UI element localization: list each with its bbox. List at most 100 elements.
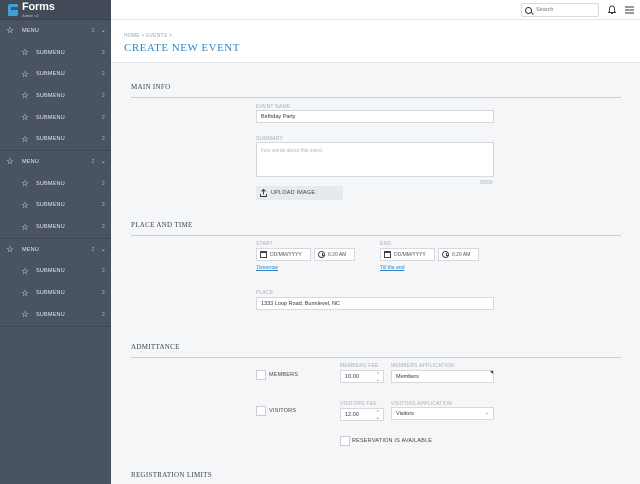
visitors-fee-label: VISITORS FEE — [340, 401, 377, 407]
menu-group: ☆ MENU 2 ⌄ ☆ SUBMENU 2 ☆ SUBMENU 2 ☆ SUBMENU 2… — [0, 20, 111, 152]
section-registration-limits-heading: REGISTRATION LIMITS — [131, 471, 212, 479]
sidebar-menu-item[interactable]: ☆ MENU 2 ⌄ — [0, 151, 111, 173]
sidebar-submenu-item[interactable]: ☆ SUBMENU 2 — [0, 195, 111, 217]
star-icon: ☆ — [21, 221, 30, 232]
sidebar-submenu-item[interactable]: ☆ SUBMENU 2 — [0, 128, 111, 150]
chevron-down-icon: ⌄ — [484, 410, 489, 416]
sidebar-menu-item[interactable]: ☆ MENU 2 ⌄ — [0, 239, 111, 261]
search-input[interactable] — [536, 7, 596, 13]
form-content: MAIN INFO EVENT NAME Birthday Party SUMM… — [111, 63, 640, 484]
star-icon: ☆ — [21, 309, 30, 320]
upload-image-button[interactable]: UPLOAD IMAGE — [256, 186, 343, 200]
sidebar-submenu-label: SUBMENU — [36, 49, 65, 56]
chevron-down-icon[interactable]: ⌄ — [101, 158, 106, 165]
count-badge: 2 — [101, 224, 105, 231]
chevron-down-icon[interactable]: ⌄ — [101, 246, 106, 253]
sidebar-submenu-label: SUBMENU — [36, 114, 65, 121]
star-icon: ☆ — [21, 112, 30, 123]
logo-subtitle: Admin v2 — [22, 12, 39, 18]
end-time-field[interactable]: 6:20 AM — [438, 248, 479, 261]
sidebar: Forms Admin v2 ☆ MENU 2 ⌄ ☆ SUBMENU 2 ☆ SUB… — [0, 0, 111, 484]
visitors-application-select[interactable]: Visitors ⌄ — [391, 407, 494, 420]
star-icon: ☆ — [21, 133, 30, 144]
reservation-label: RESERVATION IS AVAILABLE — [352, 438, 433, 444]
reservation-checkbox[interactable] — [340, 436, 350, 446]
sidebar-submenu-item[interactable]: ☆ SUBMENU 2 — [0, 42, 111, 64]
sidebar-submenu-label: SUBMENU — [36, 290, 65, 297]
sidebar-submenu-item[interactable]: ☆ SUBMENU 2 — [0, 107, 111, 129]
members-fee-stepper[interactable]: 10.00 ⌃ ⌄ — [340, 370, 384, 383]
page-header: HOME > EVENTS > CREATE NEW EVENT — [111, 20, 640, 63]
sidebar-menu-label: MENU — [22, 27, 39, 34]
summary-char-counter: 0/250 — [480, 180, 493, 186]
clock-icon — [318, 251, 325, 258]
upload-icon — [260, 189, 267, 197]
stepper-arrows-icon[interactable]: ⌃ ⌄ — [376, 373, 380, 383]
sidebar-submenu-item[interactable]: ☆ SUBMENU 2 — [0, 261, 111, 283]
members-checkbox[interactable] — [256, 370, 266, 380]
visitors-label: VISITORS — [269, 408, 297, 414]
visitors-fee-value: 12.00 — [345, 411, 359, 418]
count-badge: 2 — [101, 202, 105, 209]
count-badge: 2 — [101, 268, 105, 275]
logo[interactable]: Forms Admin v2 — [0, 0, 111, 20]
sidebar-submenu-item[interactable]: ☆ SUBMENU 2 — [0, 216, 111, 238]
start-tomorrow-link[interactable]: Tomorrow — [256, 265, 278, 271]
sidebar-menu-label: MENU — [22, 158, 39, 165]
stepper-arrows-icon[interactable]: ⌃ ⌄ — [376, 411, 380, 421]
menu-group: ☆ MENU 2 ⌄ ☆ SUBMENU 2 ☆ SUBMENU 2 ☆ SUBMENU 2 — [0, 151, 111, 239]
members-application-select[interactable]: Members — [391, 370, 494, 383]
start-date-field[interactable]: DD/MM/YYYY — [256, 248, 311, 261]
app: Forms Admin v2 ☆ MENU 2 ⌄ ☆ SUBMENU 2 ☆ SUB… — [0, 0, 640, 484]
sidebar-submenu-item[interactable]: ☆ SUBMENU 2 — [0, 304, 111, 326]
count-badge: 2 — [101, 114, 105, 121]
star-icon: ☆ — [6, 156, 15, 167]
star-icon: ☆ — [21, 178, 30, 189]
star-icon: ☆ — [21, 90, 30, 101]
star-icon: ☆ — [21, 265, 30, 276]
star-icon: ☆ — [21, 199, 30, 210]
event-name-field[interactable]: Birthday Party — [256, 110, 494, 123]
resize-corner-icon — [490, 371, 493, 374]
breadcrumb[interactable]: HOME > EVENTS > — [124, 33, 172, 39]
count-badge: 2 — [91, 27, 95, 34]
visitors-checkbox[interactable] — [256, 406, 266, 416]
sidebar-submenu-item[interactable]: ☆ SUBMENU 2 — [0, 63, 111, 85]
top-header — [111, 0, 640, 20]
hamburger-icon[interactable] — [625, 6, 634, 14]
end-date-field[interactable]: DD/MM/YYYY — [380, 248, 435, 261]
sidebar-submenu-label: SUBMENU — [36, 311, 65, 318]
sidebar-menu-item[interactable]: ☆ MENU 2 ⌄ — [0, 20, 111, 42]
star-icon: ☆ — [21, 47, 30, 58]
calendar-icon — [384, 251, 391, 258]
start-label: START — [256, 241, 273, 247]
menu-group: ☆ MENU 2 ⌄ ☆ SUBMENU 2 ☆ SUBMENU 2 ☆ SUBMENU 2 — [0, 239, 111, 327]
logo-title: Forms — [22, 0, 55, 13]
sidebar-submenu-label: SUBMENU — [36, 180, 65, 187]
sidebar-submenu-label: SUBMENU — [36, 136, 65, 143]
search-box[interactable] — [521, 3, 599, 17]
sidebar-submenu-label: SUBMENU — [36, 224, 65, 231]
members-application-label: MEMBERS APPLICATION — [391, 363, 454, 369]
visitors-fee-stepper[interactable]: 12.00 ⌃ ⌄ — [340, 408, 384, 421]
place-field[interactable]: 1333 Loop Road, Bunnlevel, NC — [256, 297, 494, 310]
start-time-field[interactable]: 6:20 AM — [314, 248, 355, 261]
star-icon: ☆ — [21, 68, 30, 79]
section-admittance-heading: ADMITTANCE — [131, 343, 621, 358]
sidebar-menu-label: MENU — [22, 246, 39, 253]
count-badge: 2 — [101, 49, 105, 56]
sidebar-submenu-item[interactable]: ☆ SUBMENU 2 — [0, 282, 111, 304]
page-title: CREATE NEW EVENT — [124, 42, 240, 54]
members-fee-label: MEMBERS FEE — [340, 363, 379, 369]
visitors-application-value: Visitors — [396, 410, 414, 417]
chevron-down-icon[interactable]: ⌄ — [101, 27, 106, 34]
end-till-the-end-link[interactable]: Till the end — [380, 265, 404, 271]
bell-icon[interactable] — [608, 5, 616, 15]
sidebar-submenu-item[interactable]: ☆ SUBMENU 2 — [0, 85, 111, 107]
count-badge: 2 — [91, 158, 95, 165]
place-label: PLACE — [256, 290, 274, 296]
summary-field[interactable]: Few words about this event — [256, 142, 494, 177]
sidebar-submenu-item[interactable]: ☆ SUBMENU 2 — [0, 173, 111, 195]
star-icon: ☆ — [21, 287, 30, 298]
count-badge: 2 — [91, 246, 95, 253]
